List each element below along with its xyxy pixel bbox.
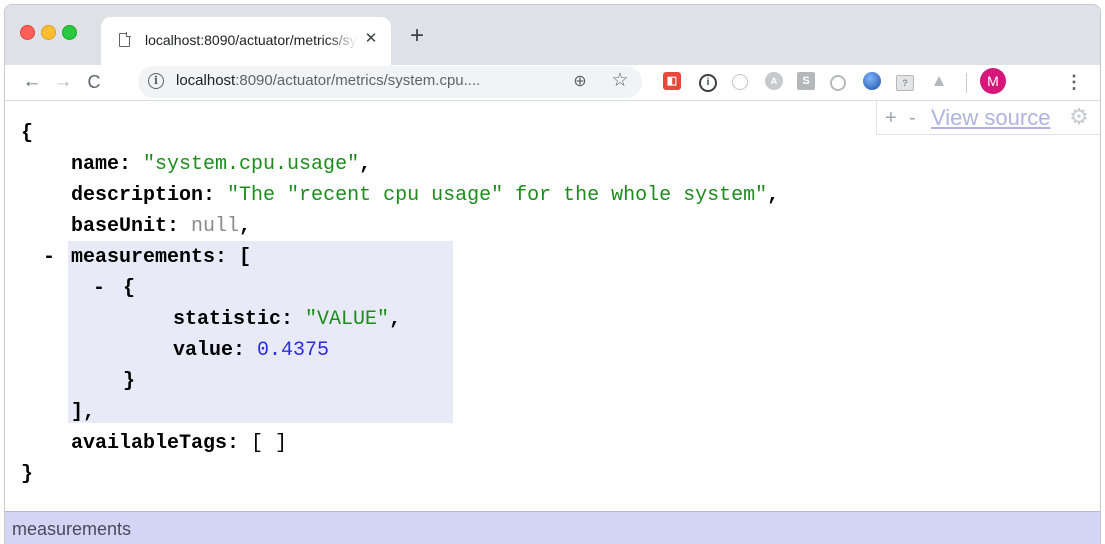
json-bracket: [ — [239, 246, 252, 269]
s-square-extension-icon[interactable]: S — [797, 72, 815, 90]
grey-badge-extension-icon[interactable]: A — [765, 72, 783, 90]
zoom-icon[interactable]: ⊕ — [570, 72, 590, 92]
page-icon — [119, 32, 131, 47]
url-text[interactable]: localhost:8090/actuator/metrics/system.c… — [176, 72, 556, 92]
json-key: name — [71, 153, 120, 176]
item-collapse-toggle[interactable]: - — [93, 274, 105, 304]
circle-outline-extension-icon[interactable] — [732, 74, 748, 90]
browser-window: localhost:8090/actuator/metrics/system.c… — [4, 4, 1101, 544]
profile-avatar[interactable]: M — [980, 68, 1006, 94]
reload-button[interactable]: C — [81, 69, 107, 95]
minimize-window-button[interactable] — [41, 25, 56, 40]
tab-close-icon[interactable]: ✕ — [363, 30, 379, 48]
status-bar: measurements — [5, 511, 1100, 544]
json-row-availabletags: availableTags: [ ] — [71, 432, 288, 455]
json-key: value — [173, 339, 234, 362]
browser-toolbar: ← → C i localhost:8090/actuator/metrics/… — [5, 65, 1100, 101]
url-path: :8090/actuator/metrics/system.cpu.... — [235, 72, 481, 89]
json-key: description — [71, 184, 204, 207]
json-row-description: description: "The "recent cpu usage" for… — [71, 184, 780, 207]
tab-strip: localhost:8090/actuator/metrics/system.c… — [5, 5, 1100, 65]
more-menu-icon[interactable]: ⋮ — [1065, 69, 1083, 95]
json-string-value: "system.cpu.usage" — [143, 153, 360, 176]
view-source-link[interactable]: View source — [931, 105, 1050, 131]
image-extension-icon[interactable]: ? — [896, 75, 914, 91]
json-string-value: "The "recent cpu usage" for the whole sy… — [227, 184, 768, 207]
address-bar[interactable]: i localhost:8090/actuator/metrics/system… — [138, 66, 642, 98]
json-array-close: ], — [71, 401, 96, 424]
measurements-collapse-toggle[interactable]: - — [43, 243, 55, 273]
back-button[interactable]: ← — [19, 69, 45, 95]
bookmark-star-icon[interactable]: ☆ — [610, 71, 630, 91]
new-tab-button[interactable]: + — [407, 24, 427, 48]
site-info-icon[interactable]: i — [148, 73, 164, 89]
drive-extension-icon[interactable]: ▲ — [930, 72, 948, 90]
json-empty-array: [ ] — [251, 432, 288, 455]
json-open-brace: { — [21, 122, 34, 145]
close-window-button[interactable] — [20, 25, 35, 40]
json-key: statistic — [173, 308, 282, 331]
toolbar-divider — [966, 73, 967, 93]
expand-all-button[interactable]: + — [885, 105, 897, 131]
json-row-baseunit: baseUnit: null, — [71, 215, 252, 238]
ring-extension-icon[interactable] — [830, 75, 846, 91]
json-key: measurements — [71, 246, 216, 269]
forward-button[interactable]: → — [50, 69, 76, 95]
json-key: availableTags — [71, 432, 228, 455]
settings-gear-icon[interactable]: ⚙ — [1067, 104, 1091, 130]
json-item-open: { — [123, 277, 136, 300]
tab-title: localhost:8090/actuator/metrics/system.c… — [145, 32, 357, 48]
json-string-value: "VALUE" — [305, 308, 390, 331]
globe-extension-icon[interactable] — [863, 72, 881, 90]
json-row-statistic: statistic: "VALUE", — [173, 308, 402, 331]
json-close-brace: } — [21, 463, 34, 486]
json-row-name: name: "system.cpu.usage", — [71, 153, 372, 176]
url-host: localhost — [176, 72, 236, 89]
json-number-value: 0.4375 — [257, 339, 330, 362]
status-path-text: measurements — [12, 519, 132, 539]
maximize-window-button[interactable] — [62, 25, 77, 40]
json-key: baseUnit — [71, 215, 168, 238]
tab-active[interactable]: localhost:8090/actuator/metrics/system.c… — [101, 17, 391, 65]
json-row-value: value: 0.4375 — [173, 339, 330, 362]
json-item-close: } — [123, 370, 136, 393]
red-extension-icon[interactable]: ◧ — [663, 72, 681, 90]
json-null-value: null — [191, 215, 240, 238]
collapse-all-button[interactable]: - — [909, 105, 916, 131]
json-row-measurements[interactable]: measurements: [ — [71, 243, 251, 273]
viewer-toolbar: + - View source ⚙ — [876, 101, 1100, 135]
json-viewer: + - View source ⚙ { name: "system.cpu.us… — [5, 101, 1100, 511]
circle-i-extension-icon[interactable]: i — [699, 74, 717, 92]
